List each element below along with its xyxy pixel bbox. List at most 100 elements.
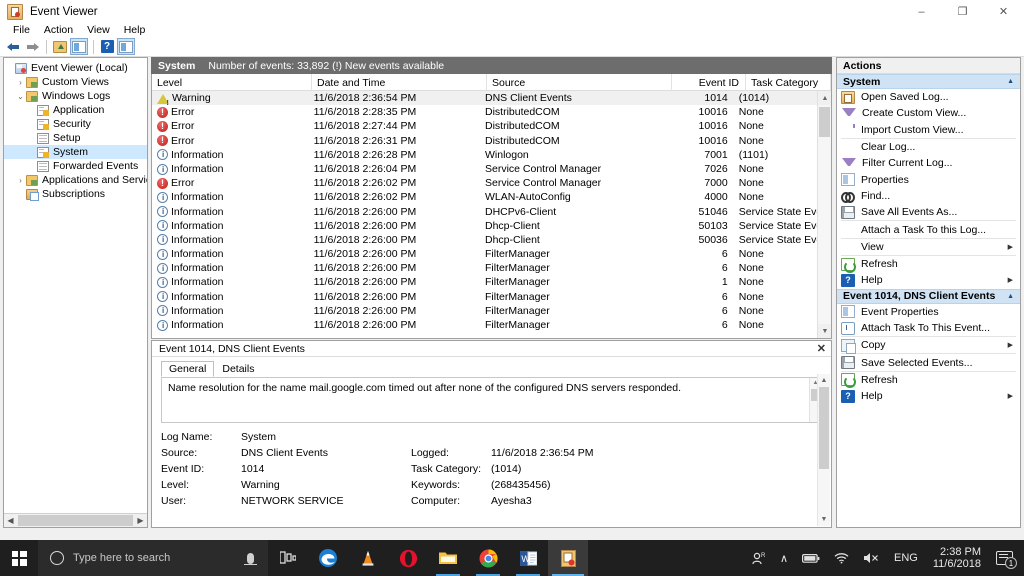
tab-general[interactable]: General (161, 361, 214, 377)
table-row[interactable]: Information11/6/2018 2:26:00 PMFilterMan… (152, 318, 817, 332)
collapse-icon[interactable]: ▲ (1007, 78, 1014, 85)
table-row[interactable]: Information11/6/2018 2:26:00 PMFilterMan… (152, 290, 817, 304)
table-row[interactable]: Error11/6/2018 2:26:31 PMDistributedCOM1… (152, 134, 817, 148)
event-list-vertical-scrollbar[interactable]: ▲ ▼ (817, 91, 831, 338)
volume-muted-icon[interactable] (856, 552, 887, 564)
people-icon[interactable]: R (745, 552, 773, 565)
action-item-refresh[interactable]: Refresh (837, 256, 1020, 272)
minimize-button[interactable]: – (901, 0, 942, 24)
action-item-save-selected-events[interactable]: Save Selected Events... (837, 354, 1020, 370)
scroll-up-button[interactable]: ▲ (818, 91, 832, 105)
menu-item-help[interactable]: Help (117, 24, 153, 37)
table-row[interactable]: Error11/6/2018 2:27:44 PMDistributedCOM1… (152, 119, 817, 133)
detail-scroll-thumb[interactable] (819, 387, 829, 469)
collapse-icon[interactable]: ▲ (1007, 293, 1014, 300)
google-chrome-button[interactable] (468, 540, 508, 576)
tree-node-forwarded-events[interactable]: Forwarded Events (4, 159, 147, 173)
submenu-arrow-icon[interactable]: ▶ (1008, 243, 1013, 251)
expand-collapse-icon[interactable]: › (15, 174, 26, 186)
forward-button[interactable] (23, 38, 41, 55)
taskbar-search-box[interactable]: Type here to search (38, 540, 268, 576)
action-item-event-properties[interactable]: Event Properties (837, 304, 1020, 320)
action-item-open-saved-log[interactable]: Open Saved Log... (837, 89, 1020, 105)
tree-horizontal-scrollbar[interactable]: ◀ ▶ (4, 513, 147, 527)
table-row[interactable]: Error11/6/2018 2:28:35 PMDistributedCOM1… (152, 105, 817, 119)
tree-node-security[interactable]: Security (4, 117, 147, 131)
column-header-task-category[interactable]: Task Category (746, 74, 831, 91)
action-item-help[interactable]: ?Help▶ (837, 388, 1020, 404)
close-button[interactable]: ✕ (983, 0, 1024, 24)
action-item-create-custom-view[interactable]: Create Custom View... (837, 105, 1020, 121)
detail-scroll-up-icon[interactable]: ▲ (818, 374, 830, 387)
table-row[interactable]: Information11/6/2018 2:26:00 PMDHCPv6-Cl… (152, 205, 817, 219)
back-button[interactable] (4, 38, 22, 55)
start-button[interactable] (0, 540, 38, 576)
table-row[interactable]: Information11/6/2018 2:26:00 PMDhcp-Clie… (152, 233, 817, 247)
tree-node-windows-logs[interactable]: ⌄Windows Logs (4, 89, 147, 103)
search-input[interactable]: Type here to search (73, 552, 247, 564)
action-item-view[interactable]: View▶ (837, 239, 1020, 255)
table-row[interactable]: Information11/6/2018 2:26:04 PMService C… (152, 162, 817, 176)
tree-node-event-viewer-local[interactable]: Event Viewer (Local) (4, 61, 147, 75)
submenu-arrow-icon[interactable]: ▶ (1008, 392, 1013, 400)
action-item-filter-current-log[interactable]: Filter Current Log... (837, 155, 1020, 171)
maximize-button[interactable]: ❐ (942, 0, 983, 24)
tree-node-application[interactable]: Application (4, 103, 147, 117)
table-row[interactable]: Information11/6/2018 2:26:00 PMFilterMan… (152, 304, 817, 318)
table-row[interactable]: Information11/6/2018 2:26:28 PMWinlogon7… (152, 148, 817, 162)
menu-item-action[interactable]: Action (37, 24, 80, 37)
tab-details[interactable]: Details (214, 361, 262, 377)
tree-node-setup[interactable]: Setup (4, 131, 147, 145)
file-explorer-button[interactable] (428, 540, 468, 576)
scroll-left-button[interactable]: ◀ (4, 514, 17, 527)
detail-scroll-down-icon[interactable]: ▼ (818, 513, 830, 526)
expand-collapse-icon[interactable]: › (15, 76, 26, 88)
action-item-save-all-events-as[interactable]: Save All Events As... (837, 204, 1020, 220)
submenu-arrow-icon[interactable]: ▶ (1008, 341, 1013, 349)
action-item-properties[interactable]: Properties (837, 171, 1020, 187)
menu-item-file[interactable]: File (6, 24, 37, 37)
table-row[interactable]: Information11/6/2018 2:26:00 PMFilterMan… (152, 275, 817, 289)
microsoft-word-button[interactable]: W (508, 540, 548, 576)
show-hidden-icons-button[interactable]: ∧ (773, 552, 795, 565)
table-row[interactable]: Information11/6/2018 2:26:02 PMWLAN-Auto… (152, 190, 817, 204)
close-icon[interactable]: ✕ (817, 342, 826, 355)
table-row[interactable]: Warning11/6/2018 2:36:54 PMDNS Client Ev… (152, 91, 817, 105)
column-header-source[interactable]: Source (487, 74, 672, 91)
task-view-button[interactable] (268, 540, 308, 576)
tree-node-system[interactable]: System (4, 145, 147, 159)
table-row[interactable]: Error11/6/2018 2:26:02 PMService Control… (152, 176, 817, 190)
event-viewer-taskbar-button[interactable] (548, 540, 588, 576)
microsoft-edge-button[interactable] (308, 540, 348, 576)
taskbar-clock[interactable]: 2:38 PM 11/6/2018 (925, 546, 989, 570)
up-one-level-button[interactable] (51, 38, 69, 55)
actions-group-header[interactable]: Event 1014, DNS Client Events▲ (837, 289, 1020, 304)
tree-node-applications-and-services-lo[interactable]: ›Applications and Services Lo (4, 173, 147, 187)
vlc-media-player-button[interactable] (348, 540, 388, 576)
actions-group-header[interactable]: System▲ (837, 74, 1020, 89)
table-row[interactable]: Information11/6/2018 2:26:00 PMFilterMan… (152, 261, 817, 275)
scroll-thumb-vertical[interactable] (819, 107, 830, 137)
scroll-down-button[interactable]: ▼ (818, 324, 832, 338)
microphone-icon[interactable] (247, 553, 254, 564)
opera-browser-button[interactable] (388, 540, 428, 576)
detail-scrollbar[interactable]: ▲ ▼ (817, 374, 830, 526)
show-hide-action-pane-button[interactable] (117, 38, 135, 55)
action-item-refresh[interactable]: Refresh (837, 372, 1020, 388)
scroll-right-button[interactable]: ▶ (134, 514, 147, 527)
action-item-import-custom-view[interactable]: Import Custom View... (837, 122, 1020, 138)
action-item-find[interactable]: Find... (837, 188, 1020, 204)
scroll-thumb[interactable] (18, 515, 133, 526)
battery-icon[interactable] (795, 553, 827, 564)
tree-node-subscriptions[interactable]: Subscriptions (4, 187, 147, 201)
show-hide-console-tree-button[interactable] (70, 38, 88, 55)
column-header-level[interactable]: Level (152, 74, 312, 91)
menu-item-view[interactable]: View (80, 24, 117, 37)
tree-node-custom-views[interactable]: ›Custom Views (4, 75, 147, 89)
notification-center-button[interactable]: 1 (989, 551, 1020, 565)
column-header-date-and-time[interactable]: Date and Time (312, 74, 487, 91)
wifi-icon[interactable] (827, 552, 856, 564)
action-item-attach-task-to-this-event[interactable]: Attach Task To This Event... (837, 320, 1020, 336)
table-row[interactable]: Information11/6/2018 2:26:00 PMDhcp-Clie… (152, 219, 817, 233)
table-row[interactable]: Information11/6/2018 2:26:00 PMFilterMan… (152, 247, 817, 261)
